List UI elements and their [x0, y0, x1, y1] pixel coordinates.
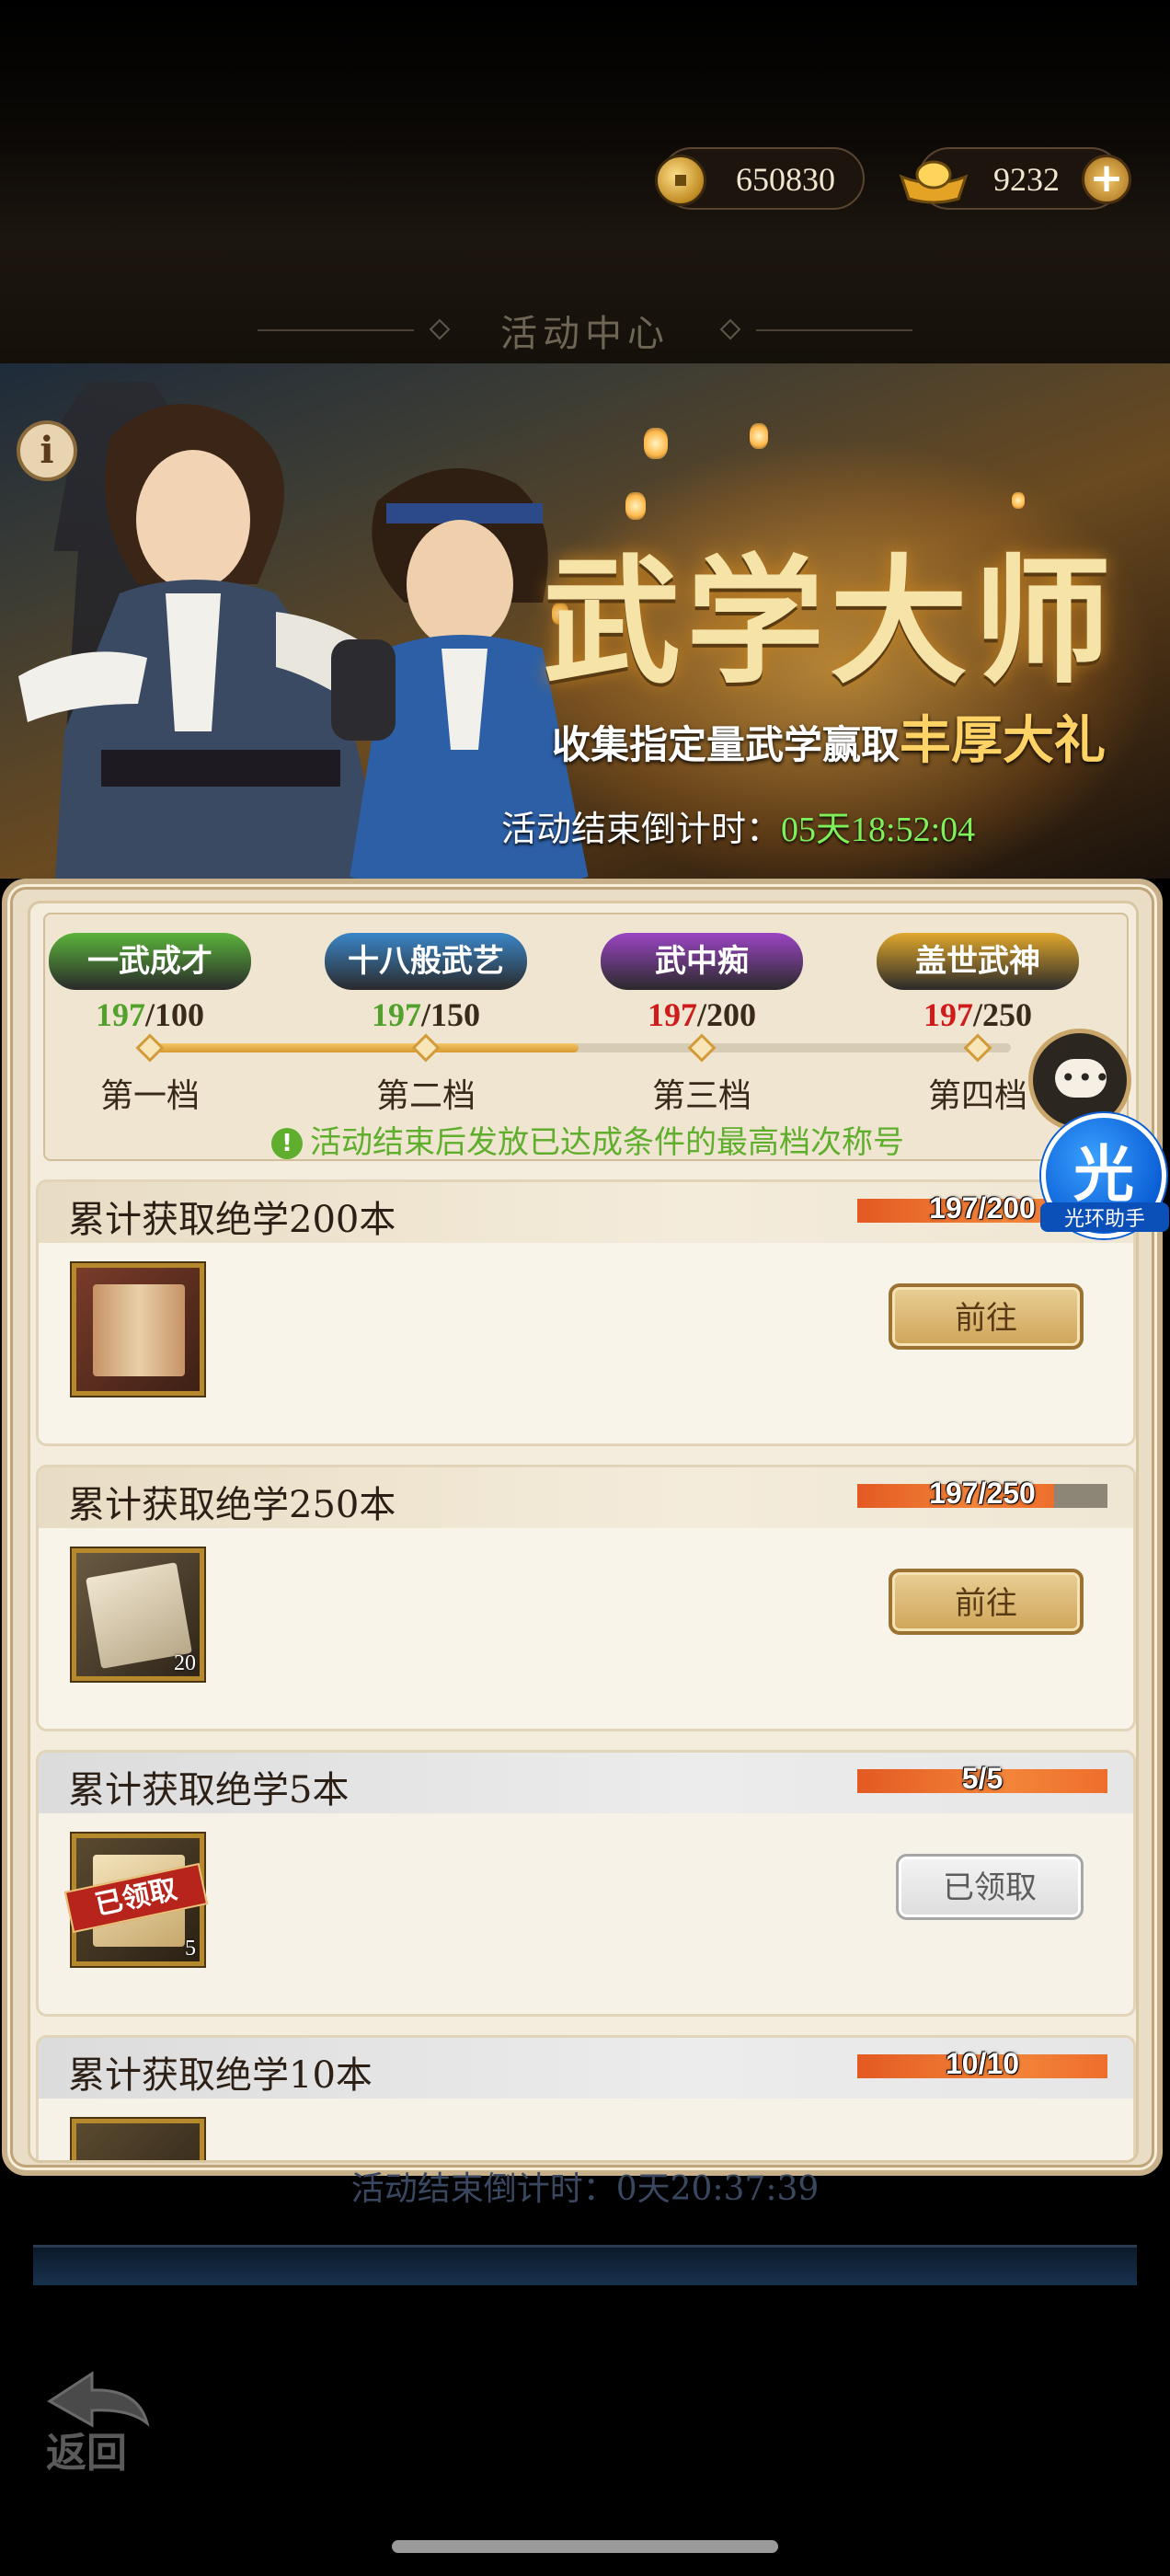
exclamation-icon: !	[271, 1128, 303, 1159]
tier-current: 197	[95, 996, 145, 1033]
tier-2[interactable]: 十八般武艺 197/150	[315, 933, 536, 1034]
tier-target: /100	[144, 996, 204, 1033]
tier-count: 197/150	[315, 995, 536, 1034]
tier-current: 197	[371, 996, 421, 1033]
go-button[interactable]: 前往	[889, 1569, 1084, 1635]
claimed-button[interactable]: 已领取	[896, 1854, 1084, 1920]
tier-node	[135, 1033, 165, 1063]
tier-node	[687, 1033, 717, 1063]
tier-count: 197/250	[867, 995, 1088, 1034]
task-body	[39, 2099, 1133, 2160]
countdown-label: 活动结束倒计时：	[501, 809, 782, 849]
task-progress-bar: 197/250	[857, 1477, 1107, 1510]
task-progress-text: 5/5	[961, 1762, 1004, 1795]
task-header: 累计获取绝学5本 5/5	[39, 1753, 1133, 1813]
tier-node	[411, 1033, 441, 1063]
task-card: 累计获取绝学10本 10/10	[36, 2035, 1136, 2160]
lantern	[1012, 492, 1025, 509]
tier-count: 197/200	[591, 995, 812, 1034]
tier-track	[146, 1043, 1011, 1052]
countdown-value: 05天18:52:04	[781, 811, 976, 849]
task-progress-text: 10/10	[945, 2047, 1020, 2080]
chat-dots: •••	[1061, 1063, 1112, 1093]
task-body: 前往	[39, 1243, 1133, 1443]
task-card: 累计获取绝学250本 197/250 20 前往	[36, 1465, 1136, 1731]
reward-item-book-bundle[interactable]	[70, 1261, 206, 1397]
back-button[interactable]: 返回	[37, 2364, 156, 2477]
ingot-value: 9232	[993, 161, 1060, 198]
event-subtitle-prefix: 收集指定量武学赢取	[552, 722, 900, 767]
task-header: 累计获取绝学250本 197/250	[39, 1467, 1133, 1528]
assistant-label: 光环助手	[1040, 1202, 1169, 1232]
tier-target: /200	[696, 996, 756, 1033]
lantern	[644, 428, 668, 459]
event-countdown: 活动结束倒计时：05天18:52:04	[501, 800, 975, 851]
event-panel-inner: 一武成才 197/100 十八般武艺 197/150 武中痴 197/200 盖…	[28, 901, 1139, 2163]
reward-item-manual[interactable]: 已领取 5	[63, 1832, 209, 1968]
task-card: 累计获取绝学200本 197/200 前往	[36, 1179, 1136, 1446]
task-card: 累计获取绝学5本 5/5 已领取 5 已领取	[36, 1750, 1136, 2017]
item-quantity: 5	[185, 1937, 196, 1961]
task-title: 累计获取绝学250本	[68, 1484, 396, 1526]
tier-name: 第三档	[651, 1077, 751, 1115]
task-progress-bar: 10/10	[857, 2047, 1107, 2080]
tier-count: 197/100	[40, 995, 260, 1034]
title-divider-right	[756, 329, 912, 331]
tier-track-fill	[146, 1043, 579, 1052]
event-panel: 一武成才 197/100 十八般武艺 197/150 武中痴 197/200 盖…	[2, 879, 1163, 2176]
tier-badge: 盖世武神	[877, 933, 1079, 990]
tier-badge: 十八般武艺	[325, 933, 527, 990]
task-title: 累计获取绝学10本	[68, 2054, 373, 2097]
gold-ingot-icon	[899, 160, 969, 204]
tier-notice-text: 活动结束后发放已达成条件的最高档次称号	[310, 1124, 904, 1161]
reward-item-scroll[interactable]: 20	[70, 1547, 206, 1683]
tier-4[interactable]: 盖世武神 197/250	[867, 933, 1088, 1034]
plus-icon[interactable]: +	[1082, 155, 1131, 204]
lantern	[750, 423, 768, 449]
reward-item[interactable]	[70, 2117, 206, 2160]
event-banner: i 武学大师 收集指定量武学赢取丰厚大礼 活动结束倒计时：05天18:52:04	[0, 363, 1170, 879]
task-header: 累计获取绝学10本 10/10	[39, 2038, 1133, 2099]
tier-badge: 武中痴	[601, 933, 803, 990]
background-countdown: 活动结束倒计时：0天20:37:39	[350, 2170, 820, 2208]
task-title: 累计获取绝学5本	[68, 1769, 350, 1811]
home-indicator[interactable]	[392, 2540, 778, 2553]
event-title: 武学大师	[543, 541, 1118, 703]
tier-current: 197	[647, 996, 697, 1033]
event-subtitle: 收集指定量武学赢取丰厚大礼	[552, 699, 1106, 774]
tier-3[interactable]: 武中痴 197/200	[591, 933, 812, 1034]
coin-balance[interactable]: 650830	[655, 147, 865, 210]
item-quantity: 20	[174, 1651, 196, 1675]
assistant-float-button[interactable]: 光 光环助手	[1040, 1113, 1169, 1238]
tier-target: /150	[420, 996, 480, 1033]
background-strip	[33, 2245, 1137, 2285]
tier-target: /250	[972, 996, 1032, 1033]
tier-node	[963, 1033, 992, 1063]
tier-name: 第二档	[375, 1077, 476, 1115]
task-body: 已领取 5 已领取	[39, 1813, 1133, 2014]
task-title: 累计获取绝学200本	[68, 1199, 396, 1241]
tier-1[interactable]: 一武成才 197/100	[40, 933, 260, 1034]
task-progress-bar: 5/5	[857, 1762, 1107, 1795]
info-icon[interactable]: i	[17, 420, 77, 481]
tier-current: 197	[923, 996, 973, 1033]
task-progress-text: 197/250	[929, 1477, 1036, 1510]
book-bundle-icon	[93, 1284, 185, 1376]
go-button[interactable]: 前往	[889, 1283, 1084, 1350]
page-title: 活动中心	[500, 313, 670, 355]
task-body: 20 前往	[39, 1528, 1133, 1729]
tier-notice: ! 活动结束后发放已达成条件的最高档次称号	[45, 1117, 1130, 1162]
back-label: 返回	[46, 2430, 127, 2477]
tier-badge: 一武成才	[49, 933, 251, 990]
ingot-balance[interactable]: 9232 +	[899, 147, 1131, 210]
assistant-icon: 光	[1073, 1138, 1134, 1210]
coin-value: 650830	[736, 161, 835, 198]
event-subtitle-highlight: 丰厚大礼	[900, 710, 1107, 771]
tier-progress: 一武成才 197/100 十八般武艺 197/150 武中痴 197/200 盖…	[43, 913, 1129, 1161]
coin-icon	[655, 155, 706, 206]
tier-name: 第一档	[99, 1077, 200, 1115]
task-header: 累计获取绝学200本 197/200	[39, 1182, 1133, 1243]
